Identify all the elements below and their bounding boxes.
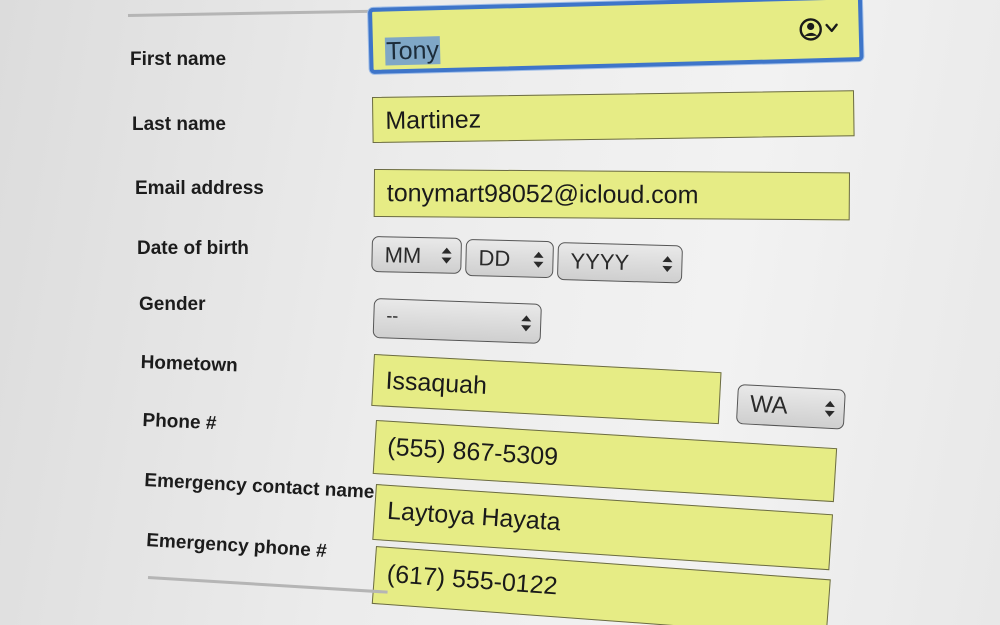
emergency-contact-name-value: Laytoya Hayata — [386, 496, 562, 537]
dob-year-value: YYYY — [570, 248, 630, 275]
up-down-arrows-icon — [662, 256, 673, 273]
emergency-contact-name-label: Emergency contact name — [143, 470, 375, 504]
emergency-phone-value: (617) 555-0122 — [385, 559, 559, 601]
email-value: tonymart98052@icloud.com — [386, 179, 699, 210]
first-name-input[interactable]: Tony — [368, 0, 864, 74]
last-name-input[interactable]: Martinez — [372, 90, 855, 143]
top-divider — [127, 9, 388, 17]
form-screen: First name Tony Last name Martinez Email… — [0, 0, 1000, 625]
email-label: Email address — [135, 178, 264, 199]
bottom-divider — [147, 576, 388, 594]
dob-month-select[interactable]: MM — [371, 236, 462, 274]
autofill-button[interactable] — [798, 16, 843, 43]
up-down-arrows-icon — [824, 400, 835, 417]
gender-select[interactable]: -- — [372, 298, 542, 344]
phone-label: Phone # — [142, 410, 217, 435]
state-value: WA — [749, 390, 789, 420]
hometown-value: Issaquah — [384, 366, 488, 400]
gender-label: Gender — [139, 294, 206, 315]
dob-month-value: MM — [384, 242, 422, 269]
hometown-input[interactable]: Issaquah — [371, 354, 722, 425]
phone-value: (555) 867-5309 — [386, 432, 559, 472]
up-down-arrows-icon — [533, 251, 544, 268]
gender-value: -- — [386, 305, 399, 326]
chevron-down-icon — [825, 23, 838, 33]
first-name-label: First name — [130, 49, 227, 70]
dob-year-select[interactable]: YYYY — [556, 242, 683, 284]
hometown-label: Hometown — [140, 352, 239, 377]
dob-day-select[interactable]: DD — [465, 239, 554, 279]
selected-text: Tony — [384, 36, 441, 66]
up-down-arrows-icon — [521, 315, 532, 332]
dob-day-value: DD — [478, 245, 511, 272]
person-circle-icon — [799, 18, 822, 41]
emergency-phone-label: Emergency phone # — [145, 530, 328, 562]
dob-label: Date of birth — [137, 238, 249, 259]
up-down-arrows-icon — [441, 247, 452, 264]
last-name-value: Martinez — [385, 105, 482, 135]
email-input[interactable]: tonymart98052@icloud.com — [373, 169, 850, 221]
last-name-label: Last name — [132, 114, 226, 135]
state-select[interactable]: WA — [735, 384, 846, 430]
